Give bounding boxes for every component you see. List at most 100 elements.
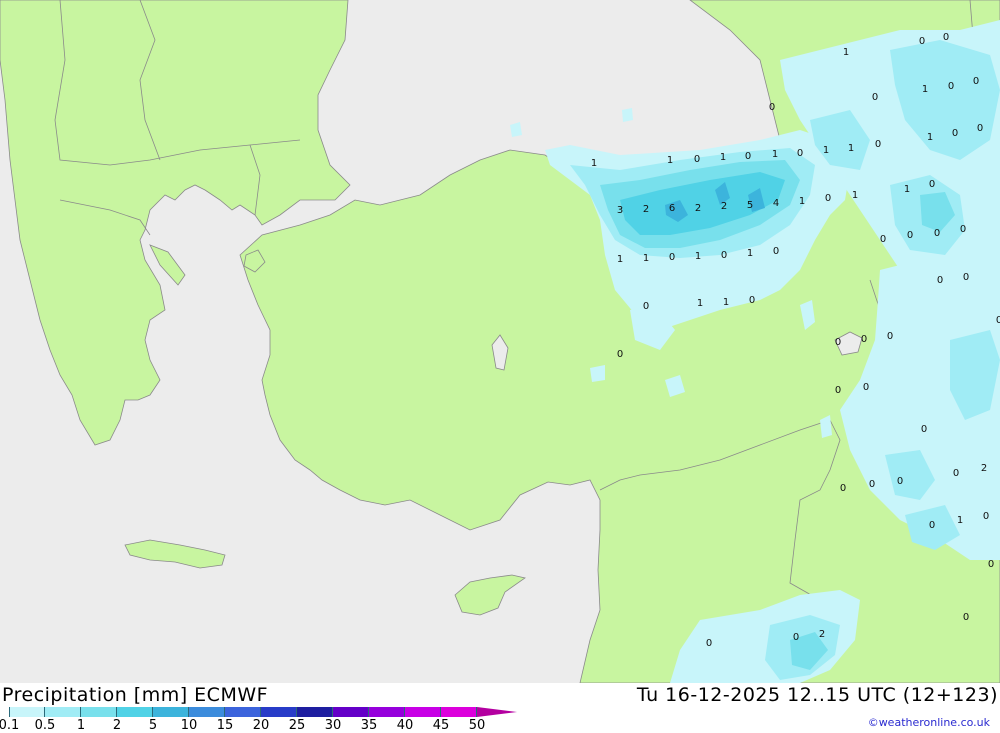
precip-value-label: 5 — [747, 200, 753, 211]
precip-value-label: 0 — [897, 476, 903, 487]
legend-tick-label: 1 — [76, 718, 86, 733]
precip-value-label: 0 — [953, 468, 959, 479]
precip-value-label: 1 — [643, 253, 649, 264]
precip-value-label: 0 — [869, 479, 875, 490]
legend-swatch — [189, 707, 225, 717]
legend-tick-label: 40 — [396, 718, 414, 733]
legend-swatch — [405, 707, 441, 717]
legend-swatch — [117, 707, 153, 717]
precip-value-label: 1 — [617, 254, 623, 265]
legend-swatch — [9, 707, 45, 717]
precip-value-label: 0 — [721, 250, 727, 261]
precip-value-label: 0 — [835, 385, 841, 396]
precip-value-label: 0 — [835, 337, 841, 348]
precip-value-label: 1 — [667, 155, 673, 166]
legend-tick-label: 20 — [252, 718, 270, 733]
precip-value-label: 0 — [749, 295, 755, 306]
precip-value-label: 0 — [937, 275, 943, 286]
precip-value-label: 0 — [963, 272, 969, 283]
legend-swatch — [369, 707, 405, 717]
precip-value-label: 2 — [643, 204, 649, 215]
legend-tick-label: 0.1 — [0, 718, 20, 733]
precip-value-label: 1 — [697, 298, 703, 309]
precip-value-label: 0 — [973, 76, 979, 87]
precip-value-label: 0 — [921, 424, 927, 435]
precip-value-label: 0 — [617, 349, 623, 360]
valid-time: Tu 16-12-2025 12..15 UTC (12+123) — [636, 684, 998, 706]
precip-value-label: 0 — [825, 193, 831, 204]
precip-value-label: 0 — [669, 252, 675, 263]
legend-swatch — [441, 707, 477, 717]
precip-value-label: 0 — [952, 128, 958, 139]
precip-value-label: 0 — [706, 638, 712, 649]
precip-value-label: 1 — [695, 251, 701, 262]
legend-tick-label: 10 — [180, 718, 198, 733]
precip-value-label: 1 — [927, 132, 933, 143]
legend-tick-label: 35 — [360, 718, 378, 733]
legend-overflow-arrow — [477, 707, 517, 717]
precip-value-label: 1 — [747, 248, 753, 259]
precip-value-label: 0 — [875, 139, 881, 150]
precip-value-label: 1 — [852, 190, 858, 201]
precip-value-label: 1 — [848, 143, 854, 154]
precip-value-label: 0 — [745, 151, 751, 162]
legend-swatch — [153, 707, 189, 717]
precip-value-label: 4 — [773, 198, 779, 209]
map-footer: Precipitation [mm] ECMWF Tu 16-12-2025 1… — [0, 683, 1000, 733]
precip-value-label: 0 — [643, 301, 649, 312]
map-title: Precipitation [mm] ECMWF — [2, 684, 269, 706]
legend-tick-label: 0.5 — [34, 718, 56, 733]
legend-swatch — [261, 707, 297, 717]
precip-value-label: 0 — [934, 228, 940, 239]
legend-color-bar — [9, 707, 477, 717]
precip-value-label: 2 — [819, 629, 825, 640]
precip-value-label: 0 — [773, 246, 779, 257]
precip-value-label: 1 — [720, 152, 726, 163]
precip-value-label: 1 — [772, 149, 778, 160]
precip-value-label: 0 — [694, 154, 700, 165]
precip-value-label: 1 — [904, 184, 910, 195]
legend-tick-label: 2 — [112, 718, 122, 733]
precip-value-label: 3 — [617, 205, 623, 216]
precip-value-label: 0 — [929, 520, 935, 531]
precip-value-label: 0 — [769, 102, 775, 113]
precip-value-label: 2 — [721, 201, 727, 212]
precip-value-label: 0 — [872, 92, 878, 103]
precip-value-label: 0 — [887, 331, 893, 342]
precip-value-label: 1 — [957, 515, 963, 526]
precip-value-label: 0 — [840, 483, 846, 494]
legend-swatch — [81, 707, 117, 717]
precip-value-label: 0 — [880, 234, 886, 245]
legend-swatch — [45, 707, 81, 717]
legend-swatch — [225, 707, 261, 717]
precip-value-label: 1 — [591, 158, 597, 169]
precip-value-label: 0 — [863, 382, 869, 393]
precip-value-label: 2 — [981, 463, 987, 474]
legend-tick-label: 30 — [324, 718, 342, 733]
precip-value-label: 0 — [988, 559, 994, 570]
legend-swatch — [333, 707, 369, 717]
precip-central-7 — [622, 108, 633, 122]
precip-value-label: 0 — [797, 148, 803, 159]
precip-value-label: 2 — [695, 203, 701, 214]
precip-value-label: 1 — [799, 196, 805, 207]
precip-value-label: 6 — [669, 203, 675, 214]
precip-value-label: 0 — [943, 32, 949, 43]
precip-value-label: 0 — [793, 632, 799, 643]
credit-link[interactable]: ©weatheronline.co.uk — [868, 716, 990, 729]
legend-tick-label: 5 — [148, 718, 158, 733]
map-svg: 1 0 0 0 0 1 0 0 1 0 0 0 1 1 0 1 0 1 0 1 1 1 0 1 0 3 2 6 2 2 5 4 1 0 0 0 0 1 1 0… — [0, 0, 1000, 684]
precip-value-label: 0 — [948, 81, 954, 92]
precip-value-label: 0 — [963, 612, 969, 623]
legend-swatch — [297, 707, 333, 717]
precip-value-label: 1 — [843, 47, 849, 58]
legend-ticks: 0.1 0.5 1 2 5 10 15 20 25 30 35 40 45 50 — [0, 718, 520, 733]
precip-value-label: 0 — [996, 315, 1000, 326]
precip-value-label: 0 — [977, 123, 983, 134]
precip-value-label: 1 — [823, 145, 829, 156]
precip-value-label: 0 — [907, 230, 913, 241]
legend-tick-label: 25 — [288, 718, 306, 733]
legend-tick-label: 50 — [468, 718, 486, 733]
precip-value-label: 1 — [723, 297, 729, 308]
legend-tick-label: 45 — [432, 718, 450, 733]
